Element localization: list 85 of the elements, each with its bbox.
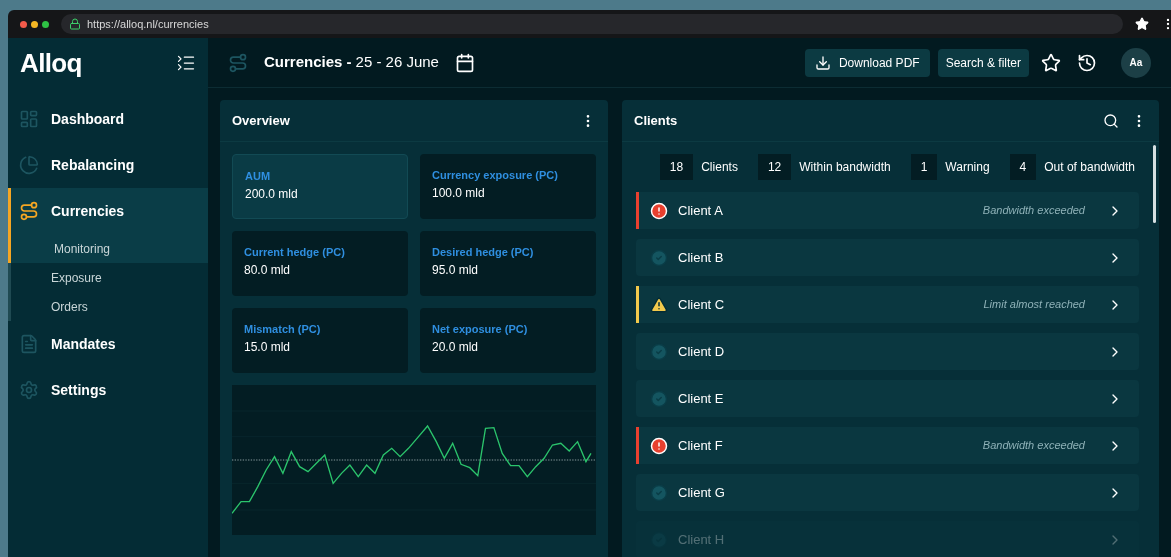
client-row[interactable]: Client C Limit almost reached: [636, 286, 1139, 323]
client-row[interactable]: Client B: [636, 239, 1139, 276]
status-bar: [636, 286, 639, 323]
error-icon: [650, 201, 668, 220]
search-icon[interactable]: [1103, 112, 1119, 129]
check-icon: [650, 248, 668, 267]
status-bar: [636, 427, 639, 464]
download-pdf-button[interactable]: Download PDF: [804, 48, 930, 77]
nav-item[interactable]: Rebalancing: [11, 142, 208, 188]
metric-label: Mismatch (PC): [244, 324, 322, 335]
metric-card[interactable]: Mismatch (PC) 15.0 mld: [232, 308, 408, 373]
metric-value: 200.0 mld: [245, 188, 299, 200]
nav-subitem[interactable]: Monitoring: [8, 234, 208, 263]
client-name: Client E: [678, 389, 724, 408]
client-row[interactable]: Client E: [636, 380, 1139, 417]
dashboard-icon: [19, 109, 39, 129]
check-icon: [650, 483, 668, 502]
star-icon[interactable]: [1041, 52, 1061, 73]
calendar-icon[interactable]: [454, 52, 475, 73]
client-row[interactable]: Client D: [636, 333, 1139, 370]
metric-value: 15.0 mld: [244, 341, 292, 353]
metric-label: Net exposure (PC): [432, 324, 529, 335]
nav-item[interactable]: Currencies: [8, 188, 208, 234]
metric-card[interactable]: Net exposure (PC) 20.0 mld: [420, 308, 596, 373]
client-row[interactable]: Client G: [636, 474, 1139, 511]
status-note: Bandwidth exceeded: [982, 438, 1085, 454]
panel-title: Clients: [634, 111, 678, 130]
count-label: Warning: [945, 159, 990, 176]
history-icon[interactable]: [1077, 52, 1097, 73]
client-row[interactable]: Client A Bandwidth exceeded: [636, 192, 1139, 229]
metric-label: Currency exposure (PC): [432, 170, 559, 181]
metric-card[interactable]: AUM 200.0 mld: [232, 154, 408, 219]
metric-value: 80.0 mld: [244, 264, 292, 276]
client-name: Client A: [678, 201, 723, 220]
metric-label: AUM: [245, 171, 272, 182]
client-name: Client G: [678, 483, 725, 502]
lock-icon: [69, 18, 81, 30]
metric-value: 100.0 mld: [432, 187, 486, 199]
count-badge: 18: [659, 154, 694, 180]
client-row[interactable]: Client F Bandwidth exceeded: [636, 427, 1139, 464]
logo: Alloq: [20, 46, 82, 80]
metric-card[interactable]: Current hedge (PC) 80.0 mld: [232, 231, 408, 296]
address-bar[interactable]: https://alloq.nl/currencies: [61, 14, 1123, 34]
route-icon: [228, 52, 248, 73]
pie-chart-icon: [19, 155, 39, 175]
download-icon: [814, 54, 831, 71]
count-badge: 4: [1009, 154, 1037, 180]
client-name: Client D: [678, 342, 725, 361]
search-filter-button[interactable]: Search & filter: [937, 48, 1029, 77]
document-icon: [19, 334, 39, 354]
collapse-menu-icon[interactable]: [176, 53, 196, 73]
client-name: Client C: [678, 295, 725, 314]
nav-item[interactable]: Mandates: [11, 321, 208, 367]
check-icon: [650, 389, 668, 408]
count-badge: 12: [757, 154, 792, 180]
client-name: Client B: [678, 248, 724, 267]
date-range: 25 - 26 June: [355, 52, 439, 73]
count-label: Clients: [701, 159, 738, 176]
bookmark-star-icon[interactable]: [1135, 17, 1149, 31]
count-label: Out of bandwidth: [1044, 159, 1135, 176]
panel-title: Overview: [232, 111, 290, 130]
metric-card[interactable]: Desired hedge (PC) 95.0 mld: [420, 231, 596, 296]
metric-value: 20.0 mld: [432, 341, 480, 353]
nav-item[interactable]: Dashboard: [11, 96, 208, 142]
error-icon: [650, 436, 668, 455]
count-badge: 1: [910, 154, 938, 180]
nav-item[interactable]: Settings: [11, 367, 208, 413]
nav-subitem[interactable]: Exposure: [11, 263, 208, 292]
metric-label: Desired hedge (PC): [432, 247, 535, 258]
nav-subitem[interactable]: Orders: [11, 292, 208, 321]
check-icon: [650, 342, 668, 361]
client-name: Client F: [678, 436, 723, 455]
count-label: Within bandwidth: [799, 159, 891, 176]
status-note: Limit almost reached: [983, 297, 1085, 313]
metric-label: Current hedge (PC): [244, 247, 346, 258]
metric-value: 95.0 mld: [432, 264, 480, 276]
metric-card[interactable]: Currency exposure (PC) 100.0 mld: [420, 154, 596, 219]
avatar[interactable]: Aa: [1121, 47, 1151, 78]
status-note: Bandwidth exceeded: [982, 203, 1085, 219]
status-bar: [636, 192, 639, 229]
client-name: Client H: [678, 530, 725, 549]
page-title: Currencies -: [264, 52, 352, 73]
warning-icon: [650, 295, 668, 314]
route-icon: [19, 201, 39, 221]
settings-icon: [19, 380, 39, 400]
